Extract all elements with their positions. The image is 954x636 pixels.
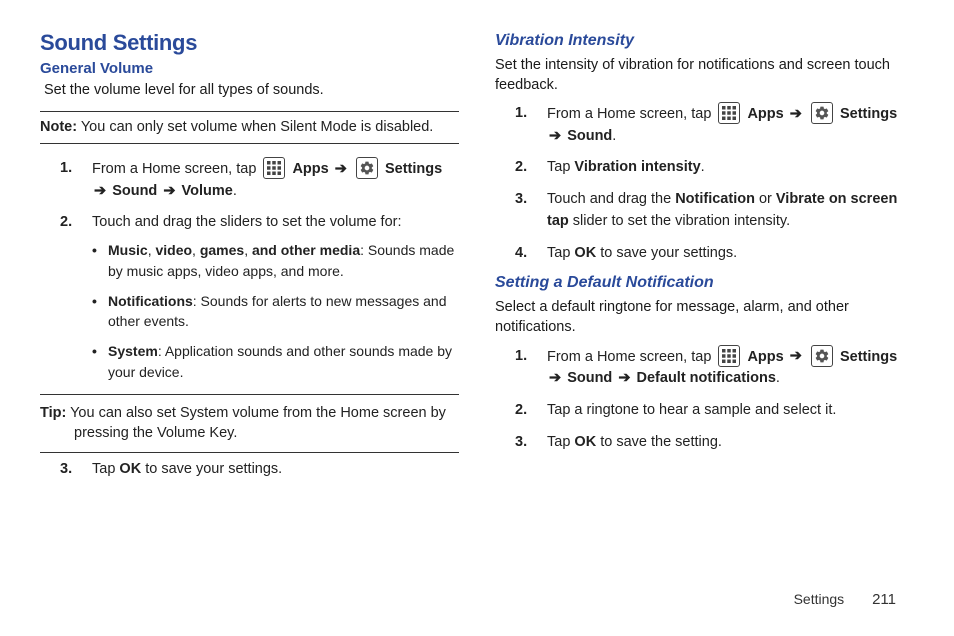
step-text: Tap	[547, 434, 574, 450]
step-2: Touch and drag the sliders to set the vo…	[60, 212, 459, 382]
text: ,	[244, 242, 252, 258]
step-1: From a Home screen, tap Apps ➔ Settings …	[515, 103, 914, 147]
bold-text: video	[155, 242, 192, 258]
heading-general-volume: General Volume	[40, 60, 459, 77]
step-text: From a Home screen, tap	[547, 348, 715, 364]
ok-label: OK	[574, 245, 596, 261]
step-3: Tap OK to save the setting.	[515, 432, 914, 454]
apps-icon	[263, 157, 285, 179]
step-text: Touch and drag the sliders to set the vo…	[92, 214, 402, 230]
step-text: Tap a ringtone to hear a sample and sele…	[547, 402, 836, 418]
settings-icon	[811, 102, 833, 124]
apps-label: Apps	[747, 106, 783, 122]
bold-text: and other media	[252, 242, 360, 258]
step-text: Touch and drag the	[547, 191, 675, 207]
heading-vibration-intensity: Vibration Intensity	[495, 32, 914, 50]
settings-label: Settings	[840, 348, 897, 364]
page-footer: Settings 211	[794, 591, 896, 608]
arrow-icon: ➔	[790, 106, 802, 122]
arrow-icon: ➔	[335, 161, 347, 177]
step-text: to save your settings.	[596, 245, 737, 261]
text: or	[755, 191, 776, 207]
footer-page-number: 211	[872, 591, 896, 608]
bullet-system: System: Application sounds and other sou…	[92, 341, 459, 382]
step-text: From a Home screen, tap	[547, 106, 715, 122]
step-text: to save the setting.	[596, 434, 722, 450]
text: : Application sounds and other sounds ma…	[108, 343, 452, 379]
tip-label: Tip:	[40, 405, 66, 421]
bold-text: games	[200, 242, 244, 258]
note-label: Note:	[40, 119, 77, 135]
right-column: Vibration Intensity Set the intensity of…	[495, 30, 914, 490]
path-default-notifications: Default notifications	[637, 370, 776, 386]
arrow-icon: ➔	[163, 183, 175, 199]
bold-text: Notification	[675, 191, 755, 207]
step-2: Tap a ringtone to hear a sample and sele…	[515, 400, 914, 422]
intro-vibration: Set the intensity of vibration for notif…	[495, 56, 914, 95]
bullet-notifications: Notifications: Sounds for alerts to new …	[92, 291, 459, 332]
path-sound: Sound	[567, 370, 612, 386]
volume-categories: Music, video, games, and other media: So…	[92, 240, 459, 382]
step-text: Tap	[547, 159, 574, 175]
bold-text: Vibration intensity	[574, 159, 700, 175]
apps-icon	[718, 102, 740, 124]
bold-text: Notifications	[108, 293, 193, 309]
bold-text: System	[108, 343, 158, 359]
steps-general-volume-cont: Tap OK to save your settings.	[60, 459, 459, 481]
arrow-icon: ➔	[790, 348, 802, 364]
settings-label: Settings	[840, 106, 897, 122]
text: ,	[192, 242, 200, 258]
path-volume: Volume	[182, 183, 233, 199]
steps-general-volume: From a Home screen, tap Apps ➔ Settings …	[60, 158, 459, 382]
footer-section: Settings	[794, 591, 845, 607]
steps-default-notification: From a Home screen, tap Apps ➔ Settings …	[515, 346, 914, 454]
path-sound: Sound	[112, 183, 157, 199]
bold-text: Music	[108, 242, 148, 258]
step-3: Touch and drag the Notification or Vibra…	[515, 189, 914, 233]
intro-default-notification: Select a default ringtone for message, a…	[495, 298, 914, 337]
arrow-icon: ➔	[618, 370, 630, 386]
step-text: Tap	[92, 461, 119, 477]
arrow-icon: ➔	[549, 370, 561, 386]
apps-icon	[718, 345, 740, 367]
step-text: Tap	[547, 245, 574, 261]
step-1: From a Home screen, tap Apps ➔ Settings …	[515, 346, 914, 390]
apps-label: Apps	[292, 161, 328, 177]
step-3: Tap OK to save your settings.	[60, 459, 459, 481]
settings-icon	[811, 345, 833, 367]
step-2: Tap Vibration intensity.	[515, 157, 914, 179]
intro-general-volume: Set the volume level for all types of so…	[44, 81, 459, 101]
step-text: to save your settings.	[141, 461, 282, 477]
step-1: From a Home screen, tap Apps ➔ Settings …	[60, 158, 459, 202]
settings-icon	[356, 157, 378, 179]
apps-label: Apps	[747, 348, 783, 364]
steps-vibration: From a Home screen, tap Apps ➔ Settings …	[515, 103, 914, 264]
arrow-icon: ➔	[549, 128, 561, 144]
settings-label: Settings	[385, 161, 442, 177]
ok-label: OK	[574, 434, 596, 450]
arrow-icon: ➔	[94, 183, 106, 199]
left-column: Sound Settings General Volume Set the vo…	[40, 30, 459, 490]
bullet-music: Music, video, games, and other media: So…	[92, 240, 459, 281]
step-text: From a Home screen, tap	[92, 161, 260, 177]
tip-text: You can also set System volume from the …	[66, 405, 446, 441]
page-title: Sound Settings	[40, 30, 459, 56]
step-4: Tap OK to save your settings.	[515, 243, 914, 265]
note-text: You can only set volume when Silent Mode…	[77, 119, 433, 135]
tip-box: Tip: You can also set System volume from…	[40, 394, 459, 453]
ok-label: OK	[119, 461, 141, 477]
heading-default-notification: Setting a Default Notification	[495, 274, 914, 292]
text: slider to set the vibration intensity.	[569, 213, 790, 229]
note-box: Note: You can only set volume when Silen…	[40, 111, 459, 145]
path-sound: Sound	[567, 128, 612, 144]
